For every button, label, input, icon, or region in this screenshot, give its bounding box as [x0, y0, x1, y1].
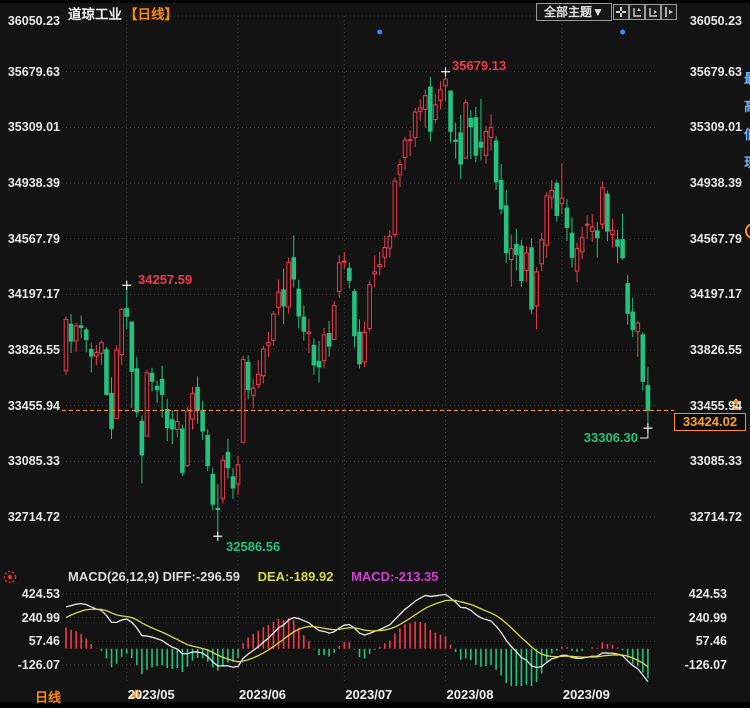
- x-axis-label: 2023/06: [239, 687, 286, 702]
- instrument-name: 道琼工业: [68, 7, 122, 22]
- x-axis-label: 2023/08: [447, 687, 494, 702]
- trough-price-label: 32586.56: [226, 539, 280, 554]
- side-toolbar-item[interactable]: 最: [744, 68, 750, 87]
- stock-chart-window: 道琼工业【日线】 全部主题▼ 35679.13 34257.59 32586.5…: [0, 0, 750, 708]
- price-axis-label-right: 35309.01: [660, 120, 742, 134]
- side-toolbar-item[interactable]: 低: [744, 124, 750, 143]
- last-price-box: 33424.02: [674, 413, 746, 431]
- period-badge: 【日线】: [124, 7, 178, 22]
- macd-dea-value: DEA:-189.92: [258, 569, 334, 584]
- price-axis-label-right: 36050.23: [660, 14, 742, 28]
- y-axis-scale-icon[interactable]: [629, 4, 645, 20]
- price-axis-label-right: 33085.33: [660, 454, 742, 468]
- indicator-settings-icon[interactable]: [3, 570, 17, 584]
- recent-low-price-label: 33306.30: [552, 430, 638, 445]
- macd-axis-label-right: 57.46: [660, 634, 727, 648]
- macd-axis-label-right: 424.53: [660, 587, 727, 601]
- x-axis-label: 2023/09: [563, 687, 610, 702]
- price-axis-label-left: 33085.33: [0, 454, 60, 468]
- page-title: 道琼工业【日线】: [68, 3, 178, 23]
- macd-axis-label-left: 57.46: [2, 634, 60, 648]
- macd-axis-label-right: -126.07: [660, 658, 727, 672]
- price-axis-label-left: 32714.72: [0, 510, 60, 524]
- price-axis-label-left: 35309.01: [0, 120, 60, 134]
- price-axis-label-left: 35679.63: [0, 65, 60, 79]
- price-axis-label-right: 34197.17: [660, 287, 742, 301]
- macd-macd-value: MACD:-213.35: [351, 569, 438, 584]
- price-axis-label-right: 33826.55: [660, 343, 742, 357]
- price-axis-label-left: 34938.39: [0, 176, 60, 190]
- macd-axis-label-right: 240.99: [660, 611, 727, 625]
- peak-price-label: 35679.13: [452, 58, 506, 73]
- side-toolbar-item[interactable]: 高: [744, 96, 750, 115]
- x-axis-label: 2023/07: [345, 687, 392, 702]
- macd-formula-diff-value: MACD(26,12,9) DIFF:-296.59: [68, 569, 240, 584]
- macd-header: MACD(26,12,9) DIFF:-296.59 DEA:-189.92 M…: [68, 569, 439, 584]
- x-axis-scale-icon[interactable]: [645, 4, 661, 20]
- price-axis-label-right: 32714.72: [660, 510, 742, 524]
- price-axis-label-right: 33455.94: [660, 399, 742, 413]
- price-axis-label-left: 33826.55: [0, 343, 60, 357]
- macd-axis-label-left: 240.99: [2, 611, 60, 625]
- local-peak-price-label: 34257.59: [138, 272, 192, 287]
- crosshair-move-icon[interactable]: [613, 4, 629, 20]
- macd-axis-label-left: 424.53: [2, 587, 60, 601]
- candlestick-macd-chart[interactable]: [0, 0, 750, 708]
- price-axis-label-left: 36050.23: [0, 14, 60, 28]
- price-axis-label-left: 34567.79: [0, 232, 60, 246]
- price-axis-label-right: 35679.63: [660, 65, 742, 79]
- side-toolbar-item[interactable]: 现: [744, 152, 750, 171]
- price-axis-label-right: 34567.79: [660, 232, 742, 246]
- macd-axis-label-left: -126.07: [2, 658, 60, 672]
- price-axis-label-left: 34197.17: [0, 287, 60, 301]
- price-axis-label-left: 33455.94: [0, 399, 60, 413]
- price-axis-label-right: 34938.39: [660, 176, 742, 190]
- period-toggle[interactable]: 日线: [35, 687, 61, 706]
- x-axis-label: 2023/05: [128, 687, 175, 702]
- theme-dropdown[interactable]: 全部主题▼: [536, 3, 612, 21]
